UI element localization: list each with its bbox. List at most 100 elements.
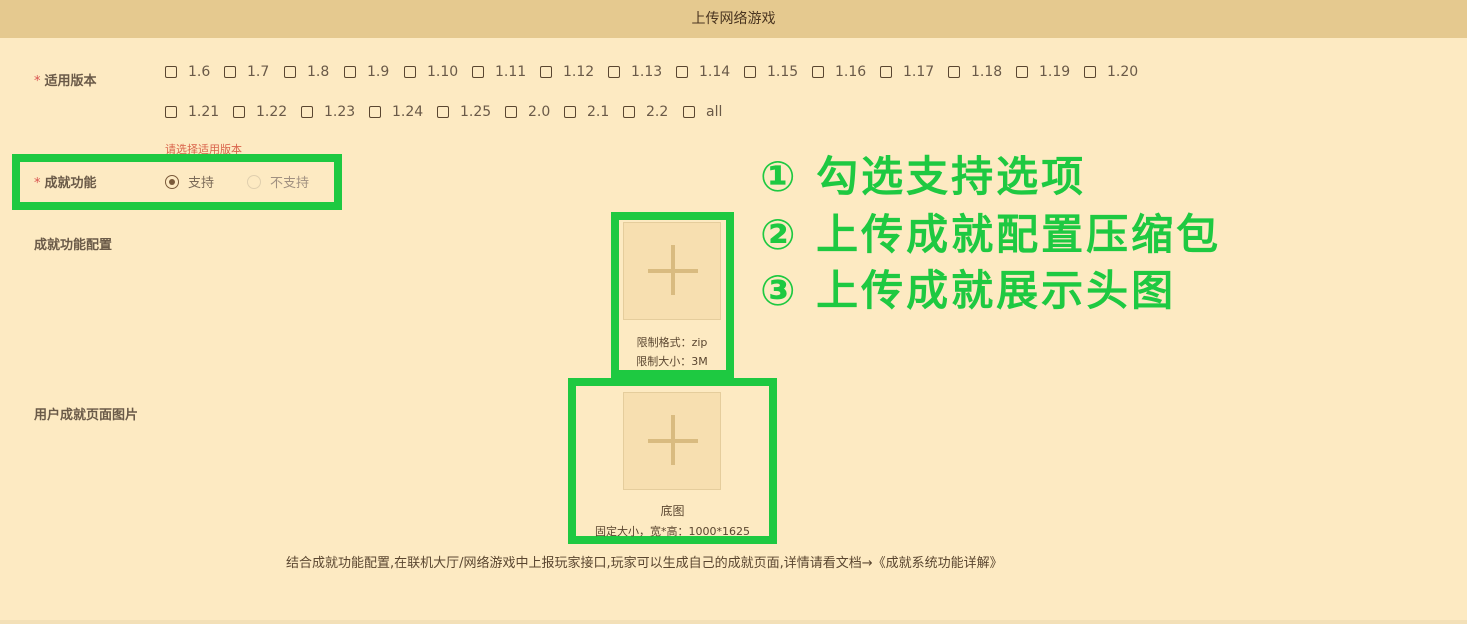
version-checkbox[interactable]: 1.7	[224, 64, 269, 80]
version-checkbox-label: 1.23	[324, 104, 356, 120]
version-checkbox[interactable]: 1.24	[369, 104, 423, 120]
page-image-label: 用户成就页面图片	[34, 408, 139, 423]
checkbox-icon	[233, 106, 245, 118]
plus-icon-vertical	[671, 245, 675, 295]
version-checkbox-label: 1.17	[903, 64, 935, 80]
checkbox-icon	[224, 66, 236, 78]
version-checkbox-label: 1.21	[188, 104, 220, 120]
checkbox-icon	[165, 66, 177, 78]
checkbox-icon	[812, 66, 824, 78]
version-checkbox-label: 1.11	[495, 64, 527, 80]
version-checkbox[interactable]: 1.10	[404, 64, 458, 80]
version-checkbox[interactable]: 1.11	[472, 64, 526, 80]
annotation-step-3: ③ 上传成就展示头图	[760, 266, 1177, 315]
config-size-text: 限制大小：3M	[636, 355, 708, 368]
version-checkbox[interactable]: 1.25	[437, 104, 491, 120]
version-checkbox-label: 1.15	[767, 64, 799, 80]
version-checkbox-label: 1.6	[188, 64, 211, 80]
checkbox-icon	[369, 106, 381, 118]
version-label-text: 适用版本	[44, 74, 97, 89]
version-checkbox[interactable]: 1.14	[676, 64, 730, 80]
version-label: * 适用版本	[34, 70, 97, 89]
version-checkbox-label: 1.24	[392, 104, 424, 120]
version-checkbox-label: 1.7	[247, 64, 270, 80]
version-checkbox[interactable]: 1.9	[344, 64, 389, 80]
plus-icon-vertical	[671, 415, 675, 465]
radio-checked-icon	[165, 174, 179, 189]
version-checkbox[interactable]: 1.6	[165, 64, 210, 80]
checkbox-icon	[472, 66, 484, 78]
version-checkbox[interactable]: 1.16	[812, 64, 866, 80]
version-checkbox[interactable]: 1.17	[880, 64, 934, 80]
version-checkbox[interactable]: 2.1	[564, 104, 609, 120]
version-checkbox-label: all	[706, 104, 723, 120]
version-checkbox[interactable]: 1.22	[233, 104, 287, 120]
achievement-label-text: 成就功能	[44, 176, 97, 191]
config-format-text: 限制格式：zip	[636, 336, 708, 349]
checkbox-icon	[344, 66, 356, 78]
version-checkbox-label: 1.22	[256, 104, 288, 120]
checkbox-icon	[437, 106, 449, 118]
version-checkbox-label: 1.20	[1107, 64, 1139, 80]
checkbox-icon	[564, 106, 576, 118]
version-checkbox-label: 1.16	[835, 64, 867, 80]
version-checkbox[interactable]: all	[683, 104, 722, 120]
radio-support[interactable]: 支持	[165, 172, 214, 191]
checkbox-icon	[301, 106, 313, 118]
version-checkbox-label: 1.19	[1039, 64, 1071, 80]
checkbox-icon	[623, 106, 635, 118]
checkbox-icon	[948, 66, 960, 78]
version-checkbox[interactable]: 2.2	[623, 104, 668, 120]
version-checkbox-label: 1.9	[367, 64, 390, 80]
page-image-caption: 底图	[660, 504, 685, 518]
version-checkbox[interactable]: 1.15	[744, 64, 798, 80]
radio-not-support[interactable]: 不支持	[247, 172, 309, 191]
version-checkbox-label: 2.0	[528, 104, 551, 120]
required-mark: *	[34, 176, 41, 191]
annotation-step-1: ① 勾选支持选项	[760, 152, 1087, 201]
bottom-divider	[0, 620, 1467, 624]
achievement-label: * 成就功能	[34, 172, 97, 191]
page-header: 上传网络游戏	[0, 0, 1467, 38]
checkbox-icon	[880, 66, 892, 78]
checkbox-icon	[744, 66, 756, 78]
checkbox-icon	[1016, 66, 1028, 78]
radio-not-support-label: 不支持	[270, 176, 310, 191]
version-checkbox-label: 1.10	[427, 64, 459, 80]
page-image-upload-button[interactable]	[623, 392, 721, 490]
version-checkbox-label: 1.14	[699, 64, 731, 80]
version-checkbox[interactable]: 1.23	[301, 104, 355, 120]
version-checkbox[interactable]: 1.8	[284, 64, 329, 80]
required-mark: *	[34, 74, 41, 89]
checkbox-icon	[676, 66, 688, 78]
version-checkbox-label: 1.12	[563, 64, 595, 80]
checkbox-icon	[165, 106, 177, 118]
checkbox-icon	[683, 106, 695, 118]
version-checkbox-label: 2.1	[587, 104, 610, 120]
version-checkbox-label: 1.13	[631, 64, 663, 80]
version-checkbox-label: 1.18	[971, 64, 1003, 80]
page-title: 上传网络游戏	[691, 11, 776, 27]
version-checkbox[interactable]: 1.12	[540, 64, 594, 80]
config-label: 成就功能配置	[34, 238, 113, 253]
checkbox-icon	[404, 66, 416, 78]
checkbox-icon	[505, 106, 517, 118]
page-image-size-text: 固定大小，宽*高：1000*1625	[595, 525, 750, 538]
config-upload-button[interactable]	[623, 222, 721, 320]
checkbox-icon	[608, 66, 620, 78]
version-checkbox-label: 1.8	[307, 64, 330, 80]
version-checkbox[interactable]: 1.13	[608, 64, 662, 80]
version-checkbox[interactable]: 1.20	[1084, 64, 1138, 80]
annotation-step-2: ② 上传成就配置压缩包	[760, 210, 1222, 259]
radio-support-label: 支持	[188, 176, 215, 191]
description-text: 结合成就功能配置,在联机大厅/网络游戏中上报玩家接口,玩家可以生成自己的成就页面…	[286, 556, 1003, 571]
checkbox-icon	[540, 66, 552, 78]
version-checkbox[interactable]: 2.0	[505, 104, 550, 120]
version-checkbox-label: 1.25	[460, 104, 492, 120]
version-checkbox[interactable]: 1.19	[1016, 64, 1070, 80]
version-checkbox[interactable]: 1.18	[948, 64, 1002, 80]
version-checkbox[interactable]: 1.21	[165, 104, 219, 120]
checkbox-icon	[1084, 66, 1096, 78]
checkbox-icon	[284, 66, 296, 78]
radio-unchecked-icon	[247, 174, 261, 189]
